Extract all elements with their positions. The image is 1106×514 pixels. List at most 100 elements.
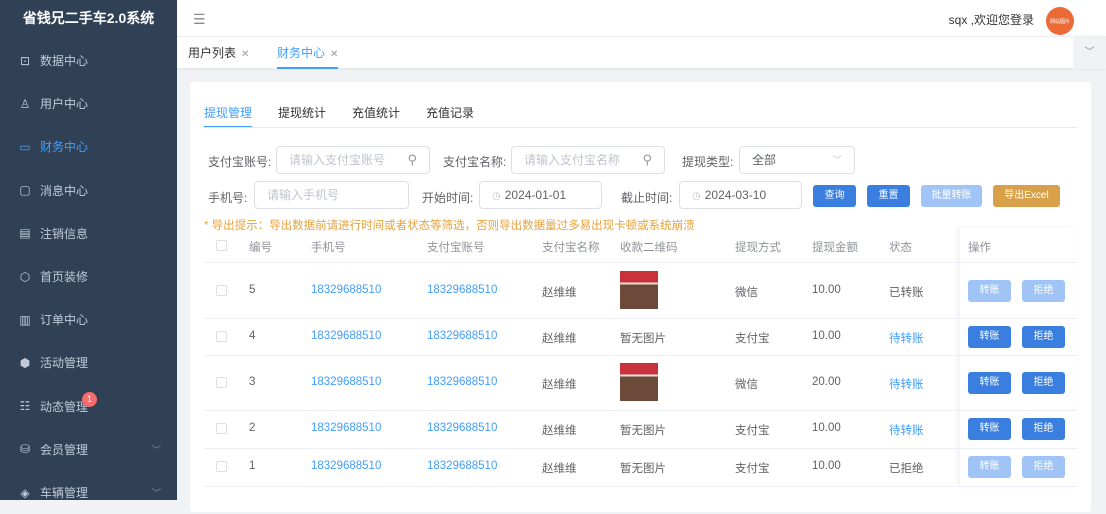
alipay-name-input[interactable]: 请输入支付宝名称 ⚲ [511,146,665,174]
qr-code-image[interactable] [620,271,658,309]
row-checkbox[interactable] [216,423,227,434]
tab-recharge-stats[interactable]: 充值统计 [352,104,400,128]
end-time-label: 截止时间: [621,191,673,205]
order-icon: ▥ [19,312,31,327]
withdraw-type-label: 提现类型: [682,155,734,169]
start-time-label: 开始时间: [422,191,474,205]
hamburger-icon[interactable]: ☰ [193,11,206,28]
divider [204,262,1077,263]
column-header: 编号 [249,242,272,254]
phone-link[interactable]: 18329688510 [311,422,381,434]
list-icon: ☷ [19,399,31,414]
status-badge[interactable]: 待转账 [889,422,924,438]
alipay-account-input[interactable]: 请输入支付宝账号 ⚲ [276,146,430,174]
tab-withdraw-manage[interactable]: 提现管理 [204,104,253,128]
sidebar-item-1[interactable]: ♙ 用户中心 [0,82,177,125]
withdraw-amount: 10.00 [812,329,841,342]
sidebar-item-3[interactable]: ▢ 消息中心 [0,169,177,212]
row-checkbox[interactable] [216,284,227,296]
sidebar-item-label: 活动管理 [40,356,89,371]
sidebar-item-label: 消息中心 [40,183,89,198]
withdraw-method: 支付宝 [735,463,770,475]
clock-icon: ◷ [492,191,501,202]
sidebar-item-5[interactable]: ⬡ 首页装修 [0,255,177,298]
alipay-name: 赵维维 [542,378,577,391]
tab-recharge-records[interactable]: 充值记录 [426,104,474,128]
reject-button[interactable]: 拒绝 [1022,456,1065,478]
withdraw-type-select[interactable]: 全部 ﹀ [739,146,855,174]
withdraw-amount: 10.00 [812,422,841,434]
close-icon[interactable]: ✕ [330,49,338,60]
sidebar-item-10[interactable]: ◈ 车辆管理 ﹀ [0,471,177,514]
reject-button[interactable]: 拒绝 [1022,325,1065,348]
transfer-button[interactable]: 转账 [968,418,1011,440]
notification-badge: 1 [82,391,97,407]
withdraw-amount: 10.00 [812,283,841,296]
tab-withdraw-stats[interactable]: 提现统计 [278,104,326,128]
finance-card: 提现管理 提现统计 充值统计 充值记录 支付宝账号: 请输入支付宝账号 ⚲ 支付宝… [190,82,1091,512]
sidebar-item-6[interactable]: ▥ 订单中心 [0,298,177,341]
batch-transfer-button[interactable]: 批量转账 [921,185,982,207]
qr-code-image[interactable] [620,363,658,401]
search-icon[interactable]: ⚲ [407,147,417,173]
account-link[interactable]: 18329688510 [427,422,497,434]
account-link[interactable]: 18329688510 [427,284,497,296]
sidebar-item-2[interactable]: ▭ 财务中心 [0,125,177,168]
transfer-button[interactable]: 转账 [968,456,1011,478]
account-link[interactable]: 18329688510 [427,376,497,388]
hexagon-icon: ⬢ [19,355,31,370]
phone-link[interactable]: 18329688510 [311,460,381,472]
end-time-picker[interactable]: ◷ 2024-03-10 [679,181,802,209]
search-icon[interactable]: ⚲ [642,147,652,173]
avatar[interactable]: 网站图片 [1046,7,1074,35]
phone-link[interactable]: 18329688510 [311,330,381,342]
row-checkbox[interactable] [216,376,227,388]
row-checkbox[interactable] [216,330,227,342]
sidebar-item-7[interactable]: ⬢ 活动管理 [0,341,177,384]
column-header: 支付宝账号 [427,242,485,254]
close-icon[interactable]: ✕ [241,49,249,60]
query-button[interactable]: 查询 [813,185,856,207]
reject-button[interactable]: 拒绝 [1022,371,1065,394]
reset-button[interactable]: 重置 [867,185,910,207]
reject-button[interactable]: 拒绝 [1022,418,1065,440]
transfer-button[interactable]: 转账 [968,325,1011,348]
sidebar-item-0[interactable]: ⊡ 数据中心 [0,39,177,82]
alipay-name: 赵维维 [542,332,577,345]
tab-finance[interactable]: 财务中心 ✕ [277,37,339,69]
chevron-down-icon[interactable]: ﹀ [1073,37,1106,69]
start-time-picker[interactable]: ◷ 2024-01-01 [479,181,602,209]
divider [204,486,1077,487]
sidebar: 省钱兄二手车2.0系统 ⊡ 数据中心 ♙ 用户中心 ▭ 财务中心 ▢ 消息中心 ▤ 注销信息 ⬡ 首页… [0,0,177,500]
reject-button[interactable]: 拒绝 [1022,279,1065,302]
sidebar-item-4[interactable]: ▤ 注销信息 [0,212,177,255]
tab-user-list[interactable]: 用户列表 ✕ [188,37,249,69]
select-all-checkbox[interactable] [216,240,227,251]
phone-link[interactable]: 18329688510 [311,284,381,296]
row-checkbox[interactable] [216,461,227,472]
phone-link[interactable]: 18329688510 [311,376,381,388]
sidebar-item-8[interactable]: ☷ 动态管理 1 [0,385,177,428]
account-link[interactable]: 18329688510 [427,460,497,472]
layers-icon: ◈ [20,485,30,500]
withdraw-amount: 20.00 [812,375,841,388]
phone-input[interactable]: 请输入手机号 [254,181,409,209]
export-excel-button[interactable]: 导出Excel [993,185,1060,207]
no-image-text: 暂无图片 [620,425,666,437]
sidebar-item-label: 用户中心 [40,97,89,112]
sidebar-item-label: 数据中心 [40,54,89,68]
status-badge[interactable]: 待转账 [889,376,924,392]
column-header: 状态 [889,242,912,254]
chevron-down-icon: ﹀ [151,444,161,455]
sidebar-item-9[interactable]: ⛁ 会员管理 ﹀ [0,428,177,471]
transfer-button[interactable]: 转账 [968,279,1011,302]
alipay-name: 赵维维 [542,463,577,475]
withdraw-method: 微信 [735,378,758,391]
column-header: 操作 [968,242,991,254]
transfer-button[interactable]: 转账 [968,371,1011,394]
account-link[interactable]: 18329688510 [427,330,497,342]
column-header: 收款二维码 [620,242,678,254]
sidebar-item-label: 财务中心 [40,140,89,155]
sidebar-item-label: 首页装修 [40,270,89,284]
status-badge[interactable]: 待转账 [889,330,924,346]
